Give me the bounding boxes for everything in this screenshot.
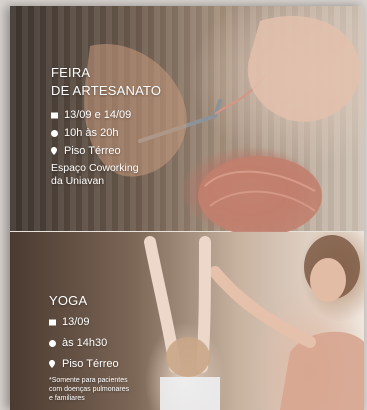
yoga-note-line1: *Somente para pacientes (49, 377, 128, 384)
feira-time-row: 10h às 20h (51, 124, 161, 142)
feira-date: 13/09 e 14/09 (64, 109, 132, 121)
feira-date-row: 13/09 e 14/09 (51, 106, 161, 124)
feira-title: FEIRA DE ARTESANATO (51, 64, 161, 100)
yoga-panel: YOGA 13/09 às 14h30 Piso Térreo *Somente… (10, 232, 364, 410)
feira-title-line1: FEIRA (51, 65, 91, 80)
yoga-content: YOGA 13/09 às 14h30 Piso Térreo *Somente… (49, 292, 129, 403)
calendar-icon (51, 106, 61, 124)
feira-content: FEIRA DE ARTESANATO 13/09 e 14/09 10h às… (51, 64, 161, 188)
feira-place: Piso Térreo (64, 145, 121, 157)
feira-place-row: Piso Térreo (51, 142, 161, 160)
yoga-note-line3: e familiares (49, 395, 85, 402)
feira-address-line2: da Uniavan (51, 175, 105, 187)
yoga-note-line2: com doenças pulmonares (49, 386, 130, 393)
yoga-title: YOGA (49, 293, 88, 308)
event-poster: FEIRA DE ARTESANATO 13/09 e 14/09 10h às… (10, 6, 364, 410)
feira-time: 10h às 20h (64, 127, 119, 139)
yoga-place: Piso Térreo (62, 358, 119, 370)
yoga-place-row: Piso Térreo (49, 355, 129, 373)
yoga-time: às 14h30 (62, 337, 108, 349)
feira-panel: FEIRA DE ARTESANATO 13/09 e 14/09 10h às… (10, 6, 364, 232)
clock-icon (51, 124, 61, 142)
location-pin-icon (51, 142, 61, 160)
feira-address-line1: Espaço Coworking (51, 162, 139, 174)
location-pin-icon (49, 355, 59, 373)
yoga-date-row: 13/09 (49, 313, 129, 331)
yoga-time-row: às 14h30 (49, 334, 129, 352)
yoga-note: *Somente para pacientes com doenças pulm… (49, 376, 129, 403)
page: FEIRA DE ARTESANATO 13/09 e 14/09 10h às… (0, 0, 367, 410)
feira-title-line2: DE ARTESANATO (51, 83, 162, 98)
yoga-date: 13/09 (62, 316, 90, 328)
clock-icon (49, 334, 59, 352)
calendar-icon (49, 313, 59, 331)
feira-address: Espaço Coworking da Uniavan (51, 162, 161, 188)
